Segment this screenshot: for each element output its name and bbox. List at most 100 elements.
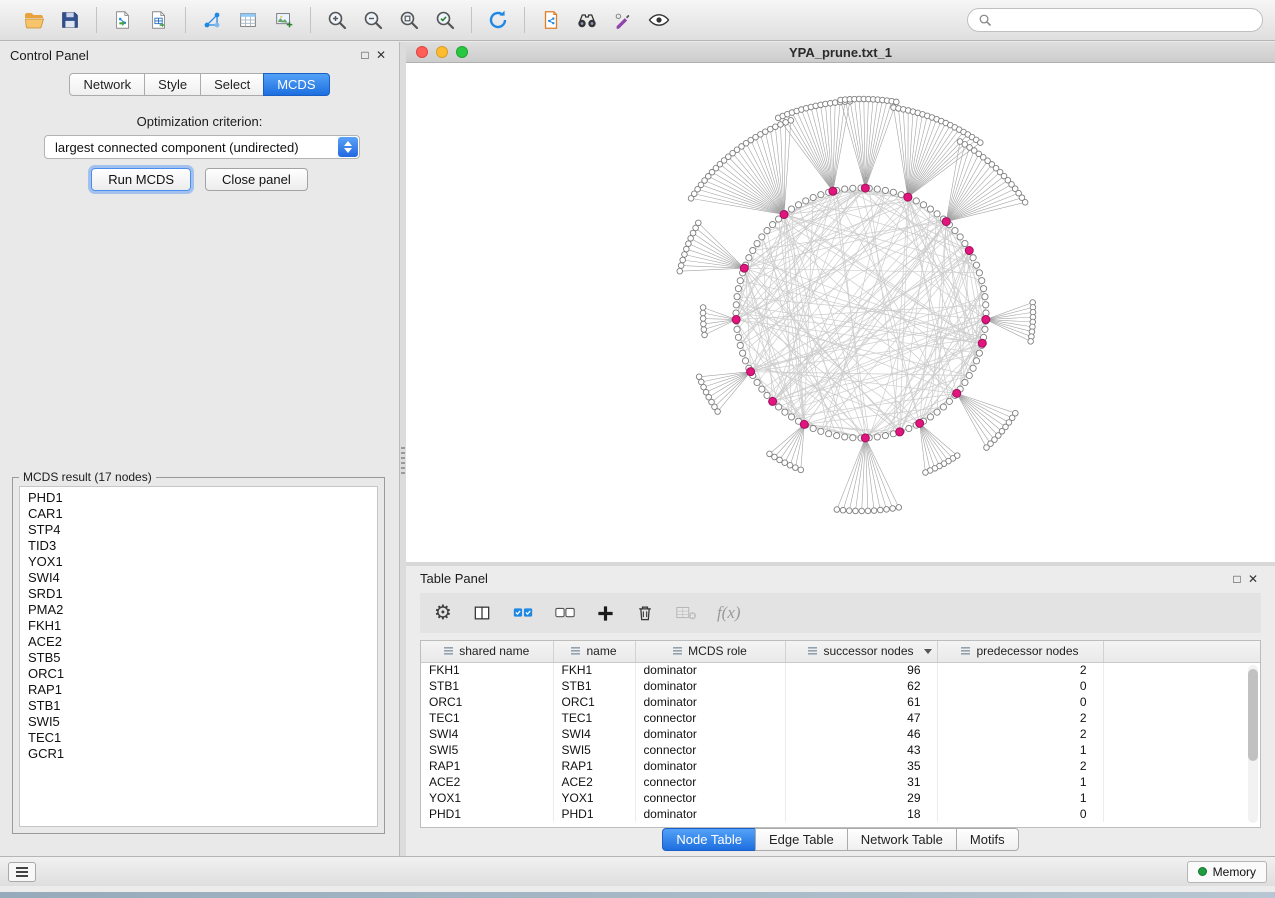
cell-predecessor-nodes[interactable]: 2 (937, 758, 1103, 774)
table-row[interactable]: STB1STB1dominator620 (421, 678, 1260, 694)
mcds-result-item[interactable]: GCR1 (28, 746, 377, 762)
column-header-successor-nodes[interactable]: successor nodes (785, 641, 937, 662)
cell-name[interactable]: PHD1 (553, 806, 635, 822)
network-svg[interactable] (406, 63, 1275, 562)
network-titlebar[interactable]: YPA_prune.txt_1 (406, 42, 1275, 63)
table-scrollbar[interactable] (1248, 665, 1258, 823)
run-mcds-button[interactable]: Run MCDS (91, 168, 191, 191)
mcds-result-item[interactable]: SWI4 (28, 570, 377, 586)
column-header-shared-name[interactable]: shared name (421, 641, 553, 662)
zoom-fit-button[interactable] (393, 4, 425, 36)
mcds-result-item[interactable]: TEC1 (28, 730, 377, 746)
mcds-result-item[interactable]: SRD1 (28, 586, 377, 602)
table-row[interactable]: RAP1RAP1dominator352 (421, 758, 1260, 774)
deselect-all-button[interactable] (554, 604, 576, 622)
cell-successor-nodes[interactable]: 96 (785, 662, 937, 678)
import-network-file-button[interactable] (107, 4, 139, 36)
sort-descending-icon[interactable] (924, 649, 932, 654)
refresh-button[interactable] (482, 4, 514, 36)
zoom-in-button[interactable] (321, 4, 353, 36)
add-column-button[interactable] (596, 604, 615, 623)
cell-name[interactable]: ACE2 (553, 774, 635, 790)
cell-predecessor-nodes[interactable]: 2 (937, 662, 1103, 678)
tab-node-table[interactable]: Node Table (662, 828, 756, 851)
float-panel-icon[interactable]: □ (357, 48, 373, 62)
cell-name[interactable]: ORC1 (553, 694, 635, 710)
search-input[interactable] (998, 13, 1252, 27)
mcds-result-item[interactable]: ACE2 (28, 634, 377, 650)
cell-name[interactable]: FKH1 (553, 662, 635, 678)
cell-successor-nodes[interactable]: 47 (785, 710, 937, 726)
cell-predecessor-nodes[interactable]: 0 (937, 806, 1103, 822)
criterion-select[interactable]: largest connected component (undirected) (44, 135, 360, 159)
cell-mcds-role[interactable]: dominator (635, 694, 785, 710)
tab-select[interactable]: Select (200, 73, 264, 96)
cell-shared-name[interactable]: PHD1 (421, 806, 553, 822)
cell-shared-name[interactable]: ACE2 (421, 774, 553, 790)
cell-name[interactable]: STB1 (553, 678, 635, 694)
cell-predecessor-nodes[interactable]: 1 (937, 790, 1103, 806)
mcds-result-item[interactable]: FKH1 (28, 618, 377, 634)
select-all-button[interactable] (512, 604, 534, 622)
table-settings-button[interactable]: ⚙ (434, 603, 452, 623)
global-search[interactable] (967, 8, 1263, 32)
cell-successor-nodes[interactable]: 46 (785, 726, 937, 742)
cell-mcds-role[interactable]: connector (635, 710, 785, 726)
cell-name[interactable]: TEC1 (553, 710, 635, 726)
cell-predecessor-nodes[interactable]: 0 (937, 694, 1103, 710)
cell-shared-name[interactable]: STB1 (421, 678, 553, 694)
mcds-result-item[interactable]: PHD1 (28, 490, 377, 506)
network-share-button[interactable] (196, 4, 228, 36)
table-row[interactable]: PHD1PHD1dominator180 (421, 806, 1260, 822)
tab-network[interactable]: Network (69, 73, 145, 96)
clear-table-button[interactable] (675, 604, 697, 622)
cell-name[interactable]: YOX1 (553, 790, 635, 806)
cell-mcds-role[interactable]: dominator (635, 726, 785, 742)
close-table-panel-icon[interactable]: ✕ (1245, 572, 1261, 586)
cell-successor-nodes[interactable]: 62 (785, 678, 937, 694)
float-table-panel-icon[interactable]: □ (1229, 572, 1245, 586)
import-table-file-button[interactable] (143, 4, 175, 36)
column-header-predecessor-nodes[interactable]: predecessor nodes (937, 641, 1103, 662)
mcds-result-item[interactable]: STB1 (28, 698, 377, 714)
table-row[interactable]: FKH1FKH1dominator962 (421, 662, 1260, 678)
tab-motifs[interactable]: Motifs (956, 828, 1019, 851)
task-history-button[interactable] (8, 862, 36, 882)
cell-shared-name[interactable]: TEC1 (421, 710, 553, 726)
cell-mcds-role[interactable]: dominator (635, 662, 785, 678)
cell-mcds-role[interactable]: connector (635, 774, 785, 790)
table-row[interactable]: YOX1YOX1connector291 (421, 790, 1260, 806)
close-panel-icon[interactable]: ✕ (373, 48, 389, 62)
memory-button[interactable]: Memory (1187, 861, 1267, 883)
cell-name[interactable]: SWI4 (553, 726, 635, 742)
network-canvas[interactable] (406, 63, 1275, 562)
cell-shared-name[interactable]: FKH1 (421, 662, 553, 678)
mcds-result-item[interactable]: ORC1 (28, 666, 377, 682)
mcds-result-item[interactable]: SWI5 (28, 714, 377, 730)
cell-predecessor-nodes[interactable]: 0 (937, 678, 1103, 694)
mcds-result-item[interactable]: YOX1 (28, 554, 377, 570)
mcds-result-item[interactable]: RAP1 (28, 682, 377, 698)
cell-shared-name[interactable]: ORC1 (421, 694, 553, 710)
cell-predecessor-nodes[interactable]: 2 (937, 726, 1103, 742)
cell-predecessor-nodes[interactable]: 1 (937, 774, 1103, 790)
annotation-copy-button[interactable] (535, 4, 567, 36)
table-row[interactable]: ORC1ORC1dominator610 (421, 694, 1260, 710)
mcds-result-item[interactable]: TID3 (28, 538, 377, 554)
table-row[interactable]: ACE2ACE2connector311 (421, 774, 1260, 790)
save-session-button[interactable] (54, 4, 86, 36)
mcds-result-item[interactable]: STB5 (28, 650, 377, 666)
export-image-button[interactable] (268, 4, 300, 36)
zoom-selected-button[interactable] (429, 4, 461, 36)
tab-network-table[interactable]: Network Table (847, 828, 957, 851)
cell-shared-name[interactable]: SWI5 (421, 742, 553, 758)
table-row[interactable]: TEC1TEC1connector472 (421, 710, 1260, 726)
tab-mcds[interactable]: MCDS (263, 73, 329, 96)
search-network-button[interactable] (571, 4, 603, 36)
table-scrollbar-thumb[interactable] (1248, 669, 1258, 761)
cell-predecessor-nodes[interactable]: 2 (937, 710, 1103, 726)
tab-edge-table[interactable]: Edge Table (755, 828, 848, 851)
network-from-table-button[interactable] (232, 4, 264, 36)
mcds-result-item[interactable]: PMA2 (28, 602, 377, 618)
mcds-result-list[interactable]: PHD1CAR1STP4TID3YOX1SWI4SRD1PMA2FKH1ACE2… (19, 486, 378, 827)
